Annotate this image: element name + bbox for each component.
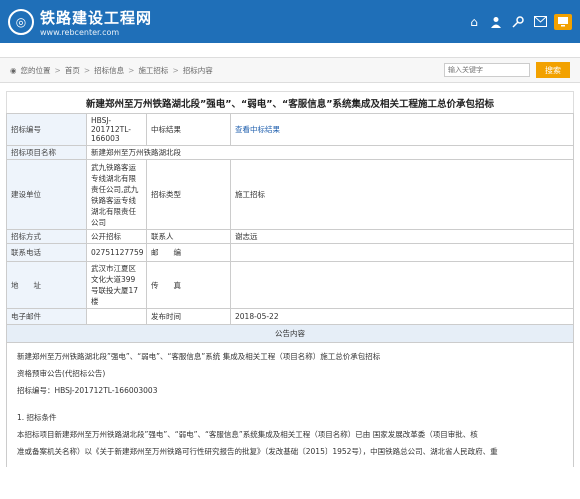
cell-value: 2018-05-22 bbox=[230, 308, 574, 325]
table-row: 建设单位 武九铁路客运专线湖北有限责任公司,武九铁路客运专线湖北有限责任公司 招… bbox=[6, 159, 574, 230]
cell-value: 02751127759 bbox=[86, 243, 147, 262]
cell-value: 武汉市江夏区文化大道399号联投大厦17楼 bbox=[86, 261, 147, 309]
breadcrumb-item: 招标内容 bbox=[182, 65, 213, 75]
notice-content: 新建郑州至万州铁路湖北段”强电”、“弱电”、“客服信息”系统 集成及相关工程（项… bbox=[6, 343, 574, 467]
user-icon[interactable] bbox=[488, 14, 504, 30]
cell-value: 谢志远 bbox=[230, 229, 574, 244]
content-paragraph: 新建郑州至万州铁路湖北段”强电”、“弱电”、“客服信息”系统 集成及相关工程（项… bbox=[17, 352, 381, 361]
site-logo[interactable]: ◎ 铁路建设工程网 www.rebcenter.com bbox=[8, 7, 152, 37]
view-result-link[interactable]: 查看中标结果 bbox=[230, 113, 574, 146]
cell-label: 邮 编 bbox=[146, 243, 231, 262]
cell-value: 新建郑州至万州铁路湖北段 bbox=[86, 145, 574, 160]
content-heading: 1. 招标条件 bbox=[17, 413, 57, 422]
site-name: 铁路建设工程网 bbox=[40, 8, 153, 27]
cell-label: 建设单位 bbox=[6, 159, 87, 230]
cell-value bbox=[86, 308, 147, 325]
cell-label: 发布时间 bbox=[146, 308, 231, 325]
breadcrumb-item: 您的位置 bbox=[20, 65, 51, 75]
cell-label: 传 真 bbox=[146, 261, 231, 309]
breadcrumb-item[interactable]: 首页 bbox=[65, 65, 80, 76]
content-paragraph: 本招标项目新建郑州至万州铁路湖北段”强电”、“弱电”、“客服信息”系统集成及相关… bbox=[17, 430, 478, 439]
top-header: ◎ 铁路建设工程网 www.rebcenter.com ⌂ bbox=[0, 0, 580, 43]
breadcrumb-bar: ◉ 您的位置> 首页> 招标信息> 施工招标> 招标内容 搜索 bbox=[0, 57, 580, 83]
cell-label: 招标编号 bbox=[6, 113, 87, 146]
cell-value: 武九铁路客运专线湖北有限责任公司,武九铁路客运专线湖北有限责任公司 bbox=[86, 159, 147, 230]
cell-value: 施工招标 bbox=[230, 159, 574, 230]
search-box: 搜索 bbox=[444, 62, 570, 78]
cell-label: 招标方式 bbox=[6, 229, 87, 244]
cell-value: 公开招标 bbox=[86, 229, 147, 244]
breadcrumb: ◉ 您的位置 > 首页 > 招标信息 > 施工招标 > 招标内容 bbox=[10, 65, 213, 76]
cell-label: 地 址 bbox=[6, 261, 87, 309]
table-row: 公告内容 bbox=[6, 324, 574, 343]
cell-label: 招标类型 bbox=[146, 159, 231, 230]
cell-label: 联系电话 bbox=[6, 243, 87, 262]
cell-value bbox=[230, 261, 574, 309]
key-icon[interactable] bbox=[510, 14, 526, 30]
location-icon: ◉ bbox=[10, 65, 17, 75]
table-row: 联系电话 02751127759 邮 编 bbox=[6, 243, 574, 262]
cell-label: 电子邮件 bbox=[6, 308, 87, 325]
table-row: 电子邮件 发布时间 2018-05-22 bbox=[6, 308, 574, 325]
mail-icon[interactable] bbox=[532, 14, 548, 30]
home-icon[interactable]: ⌂ bbox=[466, 14, 482, 30]
breadcrumb-item[interactable]: 招标信息 bbox=[94, 65, 124, 76]
content-paragraph: 招标编号：HBSJ-201712TL-166003003 bbox=[17, 386, 158, 395]
header-icons: ⌂ bbox=[466, 13, 572, 30]
content-paragraph: 资格预审公告(代招标公告) bbox=[17, 369, 106, 378]
notice-title-box: 新建郑州至万州铁路湖北段”强电”、“弱电”、“客服信息”系统集成及相关工程施工总… bbox=[6, 91, 574, 113]
search-input[interactable] bbox=[444, 63, 530, 77]
table-row: 招标项目名称 新建郑州至万州铁路湖北段 bbox=[6, 145, 574, 160]
notice-info-table: 招标编号 HBSJ-201712TL-166003 中标结果 查看中标结果 招标… bbox=[6, 113, 574, 343]
table-row: 地 址 武汉市江夏区文化大道399号联投大厦17楼 传 真 bbox=[6, 261, 574, 309]
logo-mark-icon: ◎ bbox=[8, 8, 34, 35]
cell-label: 招标项目名称 bbox=[6, 145, 87, 160]
content-paragraph: 准或备案机关名称）以《关于新建郑州至万州铁路可行性研究报告的批复》（发改基础〔2… bbox=[17, 447, 498, 456]
cell-value: HBSJ-201712TL-166003 bbox=[86, 113, 147, 146]
breadcrumb-item[interactable]: 施工招标 bbox=[138, 65, 168, 76]
cell-value bbox=[230, 243, 574, 262]
cell-label: 中标结果 bbox=[146, 113, 231, 146]
table-row: 招标编号 HBSJ-201712TL-166003 中标结果 查看中标结果 bbox=[6, 113, 574, 146]
table-row: 招标方式 公开招标 联系人 谢志远 bbox=[6, 229, 574, 244]
site-url: www.rebcenter.com bbox=[40, 27, 120, 37]
section-header: 公告内容 bbox=[6, 324, 574, 343]
notice-title: 新建郑州至万州铁路湖北段”强电”、“弱电”、“客服信息”系统集成及相关工程施工总… bbox=[86, 98, 494, 110]
search-button[interactable]: 搜索 bbox=[536, 62, 570, 78]
cell-label: 联系人 bbox=[146, 229, 231, 244]
monitor-icon[interactable] bbox=[554, 13, 572, 30]
